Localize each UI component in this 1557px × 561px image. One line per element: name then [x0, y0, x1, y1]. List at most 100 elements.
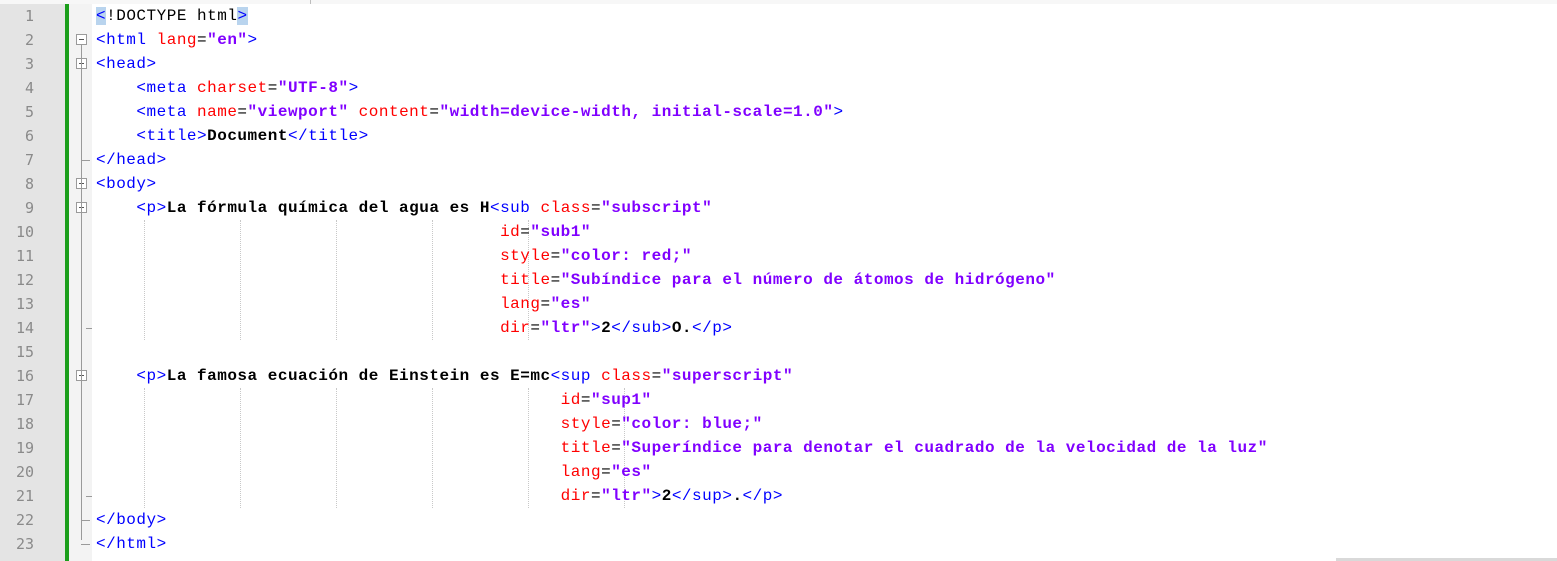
code-token: !DOCTYPE html [106, 7, 238, 25]
code-line[interactable]: 11 style="color: red;" [0, 244, 1557, 268]
code-line[interactable]: 12 title="Subíndice para el número de át… [0, 268, 1557, 292]
code-line[interactable]: 13 lang="es" [0, 292, 1557, 316]
line-number: 1 [24, 7, 34, 25]
code-text[interactable]: dir="ltr">2</sub>O.</p> [96, 316, 732, 340]
code-text[interactable]: id="sup1" [96, 388, 652, 412]
line-number: 22 [15, 511, 34, 529]
line-number: 23 [15, 535, 34, 553]
code-line[interactable]: 22 </body> [0, 508, 1557, 532]
code-line[interactable]: 21 dir="ltr">2</sup>.</p> [0, 484, 1557, 508]
code-token: <html [96, 31, 157, 49]
code-token: charset [197, 79, 268, 97]
code-editor[interactable]: 1 <!DOCTYPE html> 2 <html lang="en"> 3 <head>… [0, 0, 1557, 561]
code-token: = [590, 487, 602, 505]
code-token: id [500, 223, 521, 241]
code-token: "width=device-width, initial-scale=1.0" [439, 103, 834, 121]
code-token: > [833, 103, 844, 121]
code-token: </p> [692, 319, 733, 337]
code-token: "ltr" [540, 319, 591, 337]
code-token: lang [500, 295, 541, 313]
code-token: "color: blue;" [621, 415, 763, 433]
code-token: 2 [601, 319, 612, 337]
code-line[interactable]: 7 </head> [0, 148, 1557, 172]
line-number: 17 [15, 391, 34, 409]
code-text[interactable]: <body> [96, 172, 157, 196]
code-token: </p> [742, 487, 783, 505]
code-token: > [237, 7, 248, 25]
code-text[interactable]: lang="es" [96, 292, 591, 316]
code-line[interactable]: 10 id="sub1" [0, 220, 1557, 244]
code-text[interactable]: lang="es" [96, 460, 652, 484]
code-line[interactable]: 16 <p>La famosa ecuación de Einstein es … [0, 364, 1557, 388]
code-token: "es" [550, 295, 591, 313]
code-text[interactable]: style="color: red;" [96, 244, 692, 268]
code-text[interactable]: title="Subíndice para el número de átomo… [96, 268, 1056, 292]
code-token: "color: red;" [560, 247, 693, 265]
code-line[interactable]: 1 <!DOCTYPE html> [0, 4, 1557, 28]
code-token: = [237, 103, 248, 121]
line-number: 2 [24, 31, 34, 49]
code-token: "Superíndice para denotar el cuadrado de… [621, 439, 1268, 457]
line-number: 3 [24, 55, 34, 73]
code-line[interactable]: 8 <body> [0, 172, 1557, 196]
code-line[interactable]: 23 </html> [0, 532, 1557, 556]
code-token: = [611, 415, 622, 433]
code-token: = [651, 367, 662, 385]
code-line[interactable]: 6 <title>Document</title> [0, 124, 1557, 148]
code-text[interactable]: </body> [96, 508, 167, 532]
code-line[interactable]: 5 <meta name="viewport" content="width=d… [0, 100, 1557, 124]
line-number: 13 [15, 295, 34, 313]
code-line[interactable]: 19 title="Superíndice para denotar el cu… [0, 436, 1557, 460]
code-token: dir [500, 319, 531, 337]
code-line[interactable]: 4 <meta charset="UTF-8"> [0, 76, 1557, 100]
code-line[interactable]: 18 style="color: blue;" [0, 412, 1557, 436]
code-line[interactable]: 2 <html lang="en"> [0, 28, 1557, 52]
code-token: dir [560, 487, 591, 505]
code-text[interactable]: <meta charset="UTF-8"> [96, 76, 359, 100]
code-line[interactable]: 14 dir="ltr">2</sub>O.</p> [0, 316, 1557, 340]
code-line[interactable]: 17 id="sup1" [0, 388, 1557, 412]
line-number: 21 [15, 487, 34, 505]
code-line[interactable]: 3 <head> [0, 52, 1557, 76]
code-token: "es" [611, 463, 652, 481]
code-token: </html> [96, 535, 167, 553]
code-line[interactable]: 9 <p>La fórmula química del agua es H<su… [0, 196, 1557, 220]
code-text[interactable]: <p>La fórmula química del agua es H<sub … [96, 196, 712, 220]
code-token: = [580, 391, 591, 409]
code-token: = [591, 199, 602, 217]
code-text[interactable]: <head> [96, 52, 157, 76]
code-text[interactable]: <p>La famosa ecuación de Einstein es E=m… [96, 364, 793, 388]
line-number: 19 [15, 439, 34, 457]
code-text[interactable]: dir="ltr">2</sup>.</p> [96, 484, 783, 508]
code-text[interactable]: <title>Document</title> [96, 124, 369, 148]
code-line[interactable]: 20 lang="es" [0, 460, 1557, 484]
code-line[interactable]: 15 [0, 340, 1557, 364]
code-token: "subscript" [601, 199, 713, 217]
code-token: content [358, 103, 430, 121]
code-token: <head> [96, 55, 157, 73]
code-token: "sup1" [590, 391, 652, 409]
code-text[interactable]: </head> [96, 148, 167, 172]
code-token: <sub [489, 199, 541, 217]
code-token: </sub> [611, 319, 672, 337]
line-number: 8 [24, 175, 34, 193]
code-text[interactable]: <html lang="en"> [96, 28, 258, 52]
code-token: = [530, 319, 541, 337]
code-text[interactable]: id="sub1" [96, 220, 591, 244]
code-token: < [96, 7, 107, 25]
code-text[interactable]: style="color: blue;" [96, 412, 763, 436]
code-text[interactable]: title="Superíndice para denotar el cuadr… [96, 436, 1268, 460]
line-number: 15 [15, 343, 34, 361]
code-token: La fórmula química del agua es H [166, 199, 490, 217]
code-token: id [560, 391, 581, 409]
code-token: Document [207, 127, 288, 145]
code-token: <title> [96, 127, 208, 145]
code-text[interactable]: <!DOCTYPE html> [96, 4, 248, 28]
code-text[interactable]: </html> [96, 532, 167, 556]
code-text[interactable]: <meta name="viewport" content="width=dev… [96, 100, 844, 124]
